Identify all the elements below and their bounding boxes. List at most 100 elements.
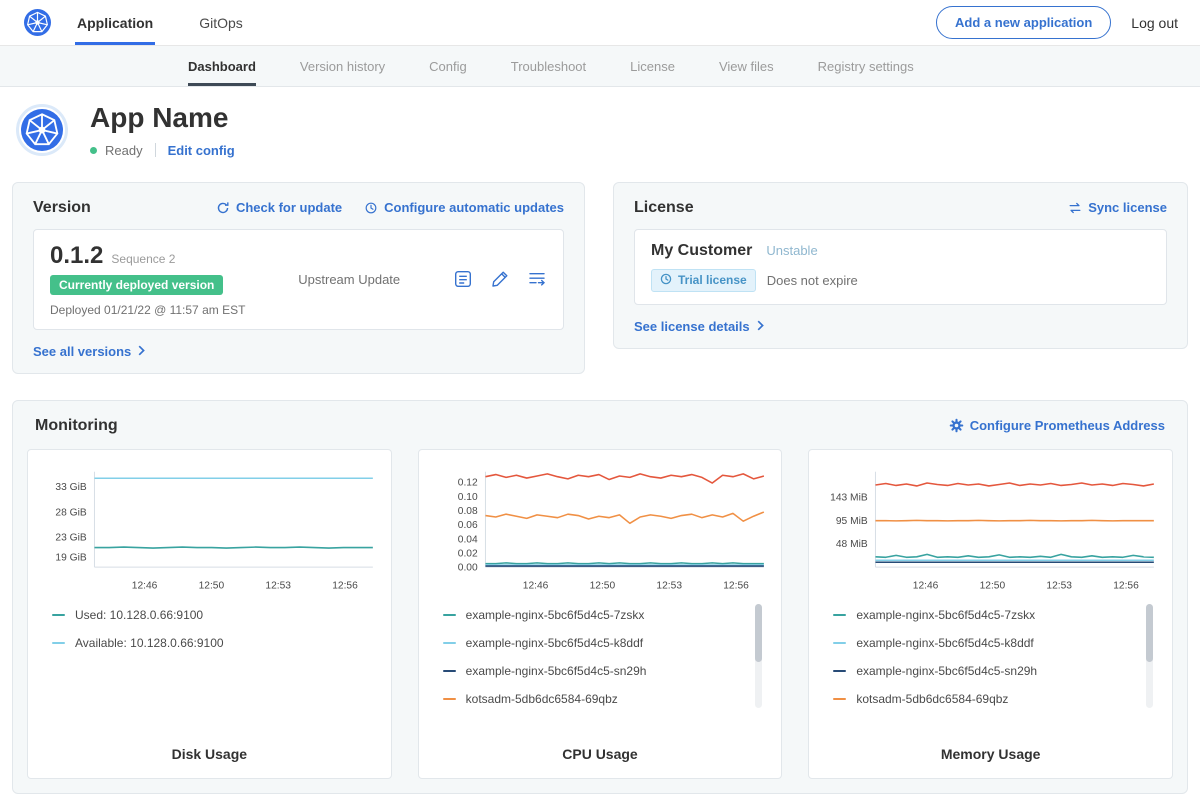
- current-version-panel: 0.1.2 Sequence 2 Currently deployed vers…: [33, 229, 564, 330]
- legend-scrollbar-thumb[interactable]: [1146, 604, 1153, 662]
- app-header: App Name Ready Edit config: [0, 87, 1200, 176]
- disk-usage-plot: 33 GiB28 GiB23 GiB19 GiB12:4612:5012:531…: [38, 462, 381, 600]
- x-tick-label: 12:53: [265, 580, 291, 591]
- legend-item: Used: 10.128.0.66:9100: [52, 608, 355, 622]
- license-channel: Unstable: [766, 243, 817, 258]
- legend-label: Used: 10.128.0.66:9100: [75, 608, 203, 622]
- memory-usage-legend: example-nginx-5bc6f5d4c5-7zskx example-ng…: [819, 600, 1162, 720]
- legend-label: example-nginx-5bc6f5d4c5-k8ddf: [466, 636, 643, 650]
- legend-label: example-nginx-5bc6f5d4c5-sn29h: [856, 664, 1037, 678]
- legend-color-dash: [833, 670, 846, 672]
- topnav-right: Add a new application Log out: [936, 6, 1178, 39]
- legend-item: kotsadm-5db6dc6584-69qbz: [833, 692, 1136, 706]
- y-tick-label: 0.12: [457, 478, 477, 489]
- tab-config[interactable]: Config: [429, 46, 467, 86]
- deployed-timestamp: Deployed 01/21/22 @ 11:57 am EST: [50, 303, 245, 317]
- status-dot: [90, 147, 97, 154]
- legend-label: example-nginx-5bc6f5d4c5-7zskx: [466, 608, 645, 622]
- configure-automatic-updates-link[interactable]: Configure automatic updates: [364, 200, 564, 215]
- tab-dashboard[interactable]: Dashboard: [188, 46, 256, 86]
- x-tick-label: 12:46: [913, 580, 939, 591]
- see-license-details-link[interactable]: See license details: [634, 319, 764, 334]
- legend-scrollbar[interactable]: [1146, 604, 1153, 708]
- edit-config-icon[interactable]: [490, 269, 510, 289]
- legend-label: kotsadm-5db6dc6584-69qbz: [466, 692, 618, 706]
- clock-icon: [660, 273, 672, 288]
- legend-color-dash: [443, 642, 456, 644]
- legend-item: kotsadm-5db6dc6584-69qbz: [443, 692, 746, 706]
- refresh-icon: [216, 201, 230, 215]
- x-tick-label: 12:53: [656, 580, 682, 591]
- cpu-usage-chart-card: 0.120.100.080.060.040.020.0012:4612:5012…: [418, 449, 783, 779]
- license-customer-row: My Customer Unstable: [651, 242, 1150, 260]
- version-card-head: Version Check for update Configure autom…: [33, 199, 564, 217]
- legend-label: example-nginx-5bc6f5d4c5-7zskx: [856, 608, 1035, 622]
- series-line: [876, 554, 1154, 557]
- see-all-versions-label: See all versions: [33, 344, 131, 359]
- legend-color-dash: [833, 614, 846, 616]
- x-tick-label: 12:50: [199, 580, 225, 591]
- check-for-update-link[interactable]: Check for update: [216, 200, 342, 215]
- sync-license-label: Sync license: [1088, 200, 1167, 215]
- legend-scrollbar-thumb[interactable]: [755, 604, 762, 662]
- add-application-button[interactable]: Add a new application: [936, 6, 1111, 39]
- edit-config-link[interactable]: Edit config: [168, 143, 235, 158]
- legend-color-dash: [52, 614, 65, 616]
- chevron-right-icon: [757, 319, 764, 334]
- cpu-usage-title: CPU Usage: [429, 734, 772, 770]
- charts-row: 33 GiB28 GiB23 GiB19 GiB12:4612:5012:531…: [27, 449, 1173, 779]
- kubernetes-logo-icon: [24, 9, 51, 36]
- y-tick-label: 48 MiB: [836, 539, 868, 550]
- y-tick-label: 19 GiB: [55, 552, 86, 563]
- x-tick-label: 12:53: [1047, 580, 1073, 591]
- tab-registry-settings[interactable]: Registry settings: [818, 46, 914, 86]
- chart-svg: 143 MiB95 MiB48 MiB12:4612:5012:5312:56: [819, 462, 1162, 600]
- y-tick-label: 23 GiB: [55, 532, 86, 543]
- monitoring-card: Monitoring Configure Prometheus Address …: [12, 400, 1188, 794]
- check-for-update-label: Check for update: [236, 200, 342, 215]
- legend-color-dash: [443, 698, 456, 700]
- legend-label: kotsadm-5db6dc6584-69qbz: [856, 692, 1008, 706]
- see-license-details-label: See license details: [634, 319, 750, 334]
- tab-version-history[interactable]: Version history: [300, 46, 385, 86]
- configure-prometheus-link[interactable]: Configure Prometheus Address: [949, 418, 1165, 433]
- y-tick-label: 95 MiB: [836, 516, 868, 527]
- app-logo-icon: [16, 104, 68, 156]
- app-status-row: Ready Edit config: [90, 143, 235, 158]
- series-line: [485, 512, 763, 523]
- app-subnav: Dashboard Version history Config Trouble…: [0, 46, 1200, 87]
- tab-application[interactable]: Application: [75, 0, 155, 45]
- x-tick-label: 12:46: [522, 580, 548, 591]
- series-line: [94, 547, 372, 548]
- tab-troubleshoot[interactable]: Troubleshoot: [511, 46, 586, 86]
- customer-name: My Customer: [651, 242, 752, 260]
- version-card-actions: Check for update Configure automatic upd…: [216, 200, 564, 215]
- y-tick-label: 0.00: [457, 562, 477, 573]
- disk-usage-legend: Used: 10.128.0.66:9100Available: 10.128.…: [38, 600, 381, 664]
- license-expiry: Does not expire: [767, 273, 858, 288]
- see-all-versions-link[interactable]: See all versions: [33, 344, 145, 359]
- monitoring-head: Monitoring Configure Prometheus Address: [27, 417, 1173, 449]
- legend-label: example-nginx-5bc6f5d4c5-k8ddf: [856, 636, 1033, 650]
- legend-item: example-nginx-5bc6f5d4c5-sn29h: [443, 664, 746, 678]
- sync-license-link[interactable]: Sync license: [1068, 200, 1167, 215]
- legend-item: example-nginx-5bc6f5d4c5-k8ddf: [833, 636, 1136, 650]
- x-tick-label: 12:50: [980, 580, 1006, 591]
- license-card: License Sync license My Customer Unstabl…: [613, 182, 1188, 349]
- version-card: Version Check for update Configure autom…: [12, 182, 585, 374]
- legend-scrollbar[interactable]: [755, 604, 762, 708]
- logout-button[interactable]: Log out: [1131, 15, 1178, 31]
- y-tick-label: 0.06: [457, 520, 477, 531]
- configure-automatic-updates-label: Configure automatic updates: [384, 200, 564, 215]
- memory-usage-title: Memory Usage: [819, 734, 1162, 770]
- trial-license-badge: Trial license: [651, 269, 756, 292]
- version-card-title: Version: [33, 199, 91, 217]
- gear-icon: [949, 418, 964, 433]
- deploy-logs-icon[interactable]: [527, 269, 547, 289]
- swap-arrows-icon: [1068, 201, 1082, 215]
- tab-view-files[interactable]: View files: [719, 46, 774, 86]
- tab-license[interactable]: License: [630, 46, 675, 86]
- release-notes-icon[interactable]: [453, 269, 473, 289]
- tab-gitops[interactable]: GitOps: [197, 0, 245, 45]
- legend-color-dash: [833, 642, 846, 644]
